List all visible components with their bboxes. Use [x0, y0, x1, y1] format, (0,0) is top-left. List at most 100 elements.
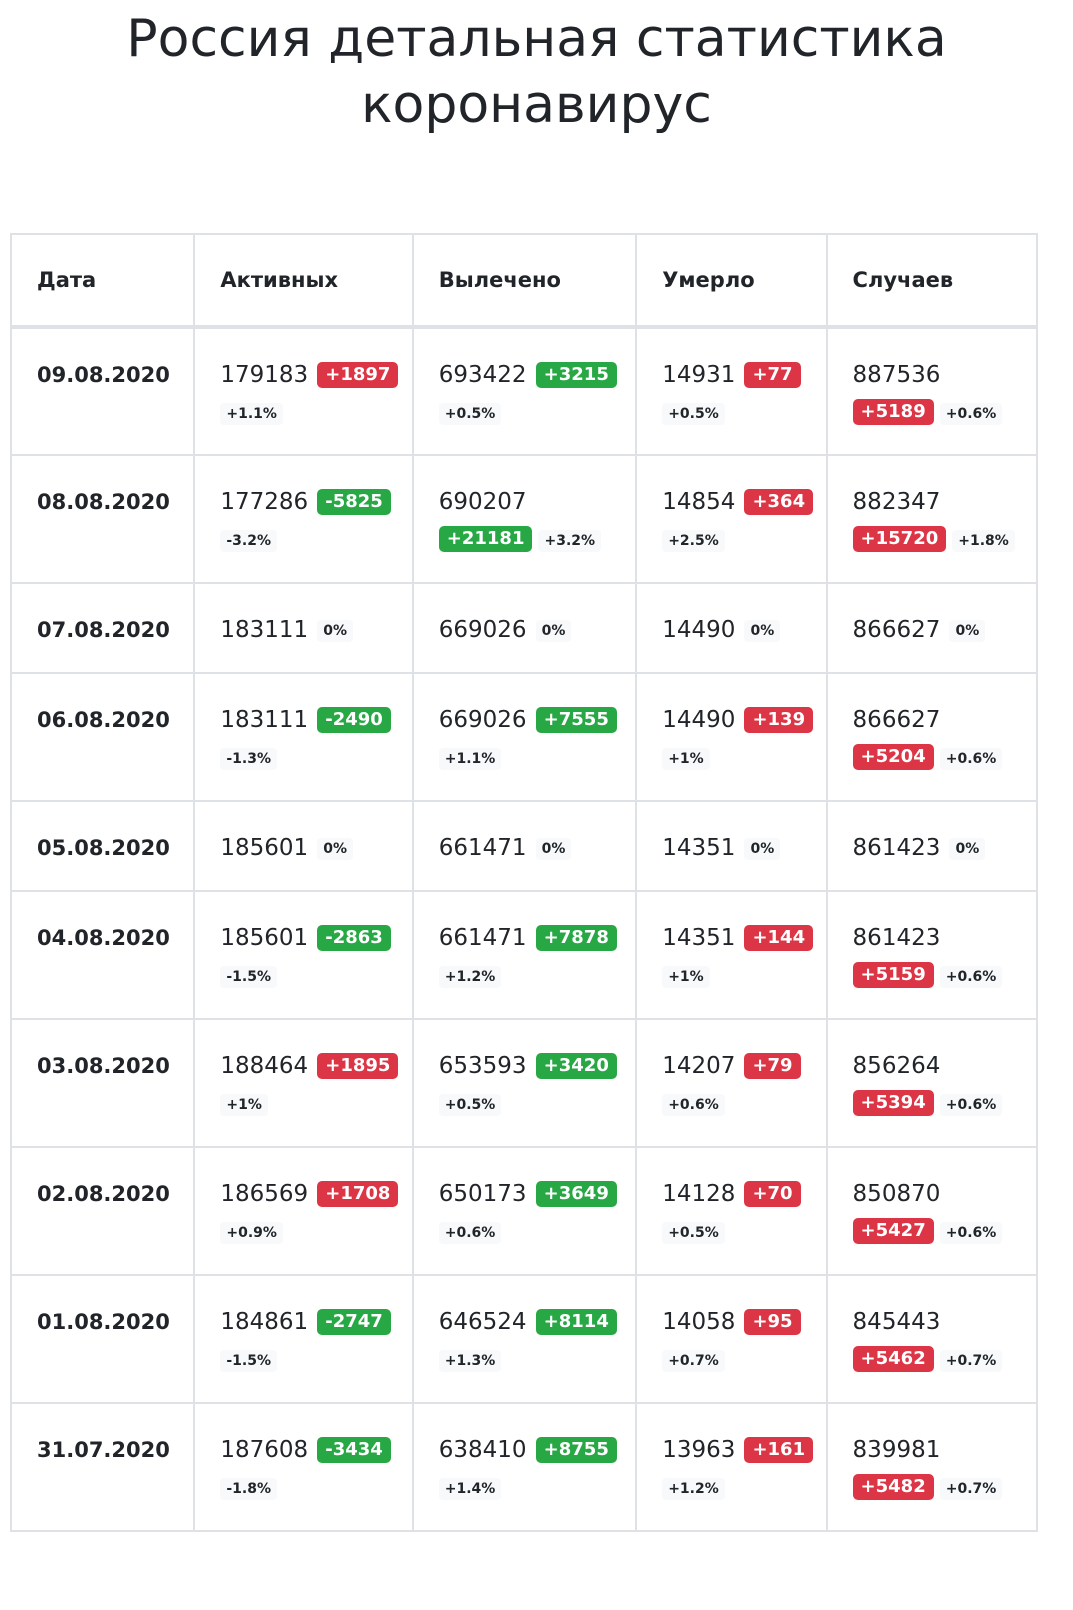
active-value: 185601	[220, 835, 309, 861]
cases-percent-badge: +0.6%	[939, 403, 1003, 425]
active-cell: 185601 0%	[193, 800, 414, 892]
deaths-cell: 14351 +144 +1%	[635, 890, 828, 1020]
cases-cell: 866627 +5204 +0.6%	[825, 672, 1039, 802]
deaths-value: 14854	[662, 489, 736, 515]
active-cell: 179183 +1897 +1.1%	[193, 326, 414, 456]
active-percent-badge: -1.5%	[220, 966, 277, 988]
active-delta-badge: -2490	[317, 707, 391, 733]
cases-percent-badge: +0.7%	[939, 1350, 1003, 1372]
recovered-percent-badge: +1.3%	[438, 1350, 502, 1372]
cases-value: 866627	[852, 617, 941, 643]
recovered-percent-badge: +3.2%	[538, 530, 602, 552]
active-delta-badge: +1708	[317, 1181, 399, 1207]
deaths-cell: 14128 +70 +0.5%	[635, 1146, 828, 1276]
cases-value: 882347	[852, 489, 941, 515]
deaths-delta-badge: +161	[744, 1437, 814, 1463]
deaths-cell: 14351 0%	[635, 800, 828, 892]
deaths-delta-badge: +139	[744, 707, 814, 733]
table-header-row: Дата Активных Вылечено Умерло Случаев	[9, 233, 1039, 329]
active-cell: 186569 +1708 +0.9%	[193, 1146, 414, 1276]
cases-delta-badge: +5482	[852, 1474, 934, 1500]
table-row: 05.08.2020 185601 0% 661471 0% 14351 0% 8614…	[9, 800, 1039, 892]
date-cell: 08.08.2020	[9, 454, 196, 584]
deaths-cell: 13963 +161 +1.2%	[635, 1402, 828, 1532]
recovered-cell: 669026 0%	[411, 582, 638, 674]
deaths-percent-badge: 0%	[744, 838, 781, 860]
date-cell: 02.08.2020	[9, 1146, 196, 1276]
recovered-percent-badge: 0%	[535, 838, 572, 860]
deaths-percent-badge: +0.7%	[662, 1350, 725, 1372]
cases-cell: 882347 +15720 +1.8%	[825, 454, 1039, 584]
cases-percent-badge: +0.6%	[939, 748, 1003, 770]
table-row: 08.08.2020 177286 -5825 -3.2% 690207 +21181 +…	[9, 454, 1039, 584]
stats-table: Дата Активных Вылечено Умерло Случаев 09…	[9, 233, 1039, 1532]
cases-value: 839981	[852, 1437, 941, 1463]
recovered-value: 653593	[438, 1053, 527, 1079]
cases-delta-badge: +5427	[852, 1218, 934, 1244]
recovered-percent-badge: +1.4%	[438, 1478, 502, 1500]
column-header-cases[interactable]: Случаев	[825, 233, 1039, 329]
recovered-value: 690207	[438, 489, 527, 515]
active-delta-badge: -5825	[317, 489, 391, 515]
cases-cell: 839981 +5482 +0.7%	[825, 1402, 1039, 1532]
active-value: 183111	[220, 707, 309, 733]
deaths-percent-badge: +0.6%	[662, 1094, 725, 1116]
recovered-cell: 661471 0%	[411, 800, 638, 892]
recovered-cell: 669026 +7555 +1.1%	[411, 672, 638, 802]
active-value: 177286	[220, 489, 309, 515]
table-row: 07.08.2020 183111 0% 669026 0% 14490 0% 8666…	[9, 582, 1039, 674]
date-cell: 09.08.2020	[9, 326, 196, 456]
deaths-cell: 14931 +77 +0.5%	[635, 326, 828, 456]
cases-percent-badge: +0.6%	[939, 1094, 1003, 1116]
table-row: 01.08.2020 184861 -2747 -1.5% 646524 +8114 +…	[9, 1274, 1039, 1404]
active-value: 187608	[220, 1437, 309, 1463]
deaths-value: 14351	[662, 925, 736, 951]
deaths-value: 14490	[662, 707, 736, 733]
recovered-value: 646524	[438, 1309, 527, 1335]
deaths-percent-badge: +2.5%	[662, 530, 725, 552]
cases-percent-badge: +0.6%	[939, 966, 1003, 988]
column-header-deaths[interactable]: Умерло	[635, 233, 828, 329]
page-title: Россия детальная статистика коронавирус	[0, 0, 1073, 138]
cases-percent-badge: +1.8%	[952, 530, 1015, 552]
active-percent-badge: 0%	[317, 620, 354, 642]
active-value: 179183	[220, 362, 309, 388]
active-cell: 177286 -5825 -3.2%	[193, 454, 414, 584]
deaths-value: 14490	[662, 617, 736, 643]
cases-percent-badge: +0.7%	[939, 1478, 1003, 1500]
date-cell: 05.08.2020	[9, 800, 196, 892]
deaths-value: 13963	[662, 1437, 736, 1463]
table-row: 03.08.2020 188464 +1895 +1% 653593 +3420 +0.…	[9, 1018, 1039, 1148]
cases-value: 861423	[852, 925, 941, 951]
cases-value: 856264	[852, 1053, 941, 1079]
cases-percent-badge: +0.6%	[939, 1222, 1003, 1244]
column-header-active[interactable]: Активных	[193, 233, 414, 329]
recovered-cell: 690207 +21181 +3.2%	[411, 454, 638, 584]
deaths-delta-badge: +364	[744, 489, 814, 515]
recovered-cell: 653593 +3420 +0.5%	[411, 1018, 638, 1148]
active-cell: 183111 0%	[193, 582, 414, 674]
recovered-delta-badge: +21181	[438, 526, 533, 552]
active-percent-badge: -1.5%	[220, 1350, 277, 1372]
column-header-date[interactable]: Дата	[9, 233, 196, 329]
page-title-line-1: Россия детальная статистика	[126, 9, 947, 69]
column-header-recovered[interactable]: Вылечено	[411, 233, 638, 329]
deaths-cell: 14854 +364 +2.5%	[635, 454, 828, 584]
cases-delta-badge: +5204	[852, 744, 934, 770]
active-cell: 183111 -2490 -1.3%	[193, 672, 414, 802]
recovered-value: 661471	[438, 835, 527, 861]
deaths-cell: 14207 +79 +0.6%	[635, 1018, 828, 1148]
table-row: 09.08.2020 179183 +1897 +1.1% 693422 +3215 +…	[9, 326, 1039, 456]
recovered-value: 638410	[438, 1437, 527, 1463]
active-percent-badge: +1%	[220, 1094, 268, 1116]
date-cell: 01.08.2020	[9, 1274, 196, 1404]
table-body: 09.08.2020 179183 +1897 +1.1% 693422 +3215 +…	[9, 326, 1039, 1532]
deaths-percent-badge: +1%	[662, 748, 710, 770]
recovered-cell: 646524 +8114 +1.3%	[411, 1274, 638, 1404]
recovered-value: 693422	[438, 362, 527, 388]
cases-value: 887536	[852, 362, 941, 388]
recovered-delta-badge: +3420	[535, 1053, 617, 1079]
deaths-value: 14058	[662, 1309, 736, 1335]
deaths-cell: 14490 0%	[635, 582, 828, 674]
recovered-cell: 661471 +7878 +1.2%	[411, 890, 638, 1020]
